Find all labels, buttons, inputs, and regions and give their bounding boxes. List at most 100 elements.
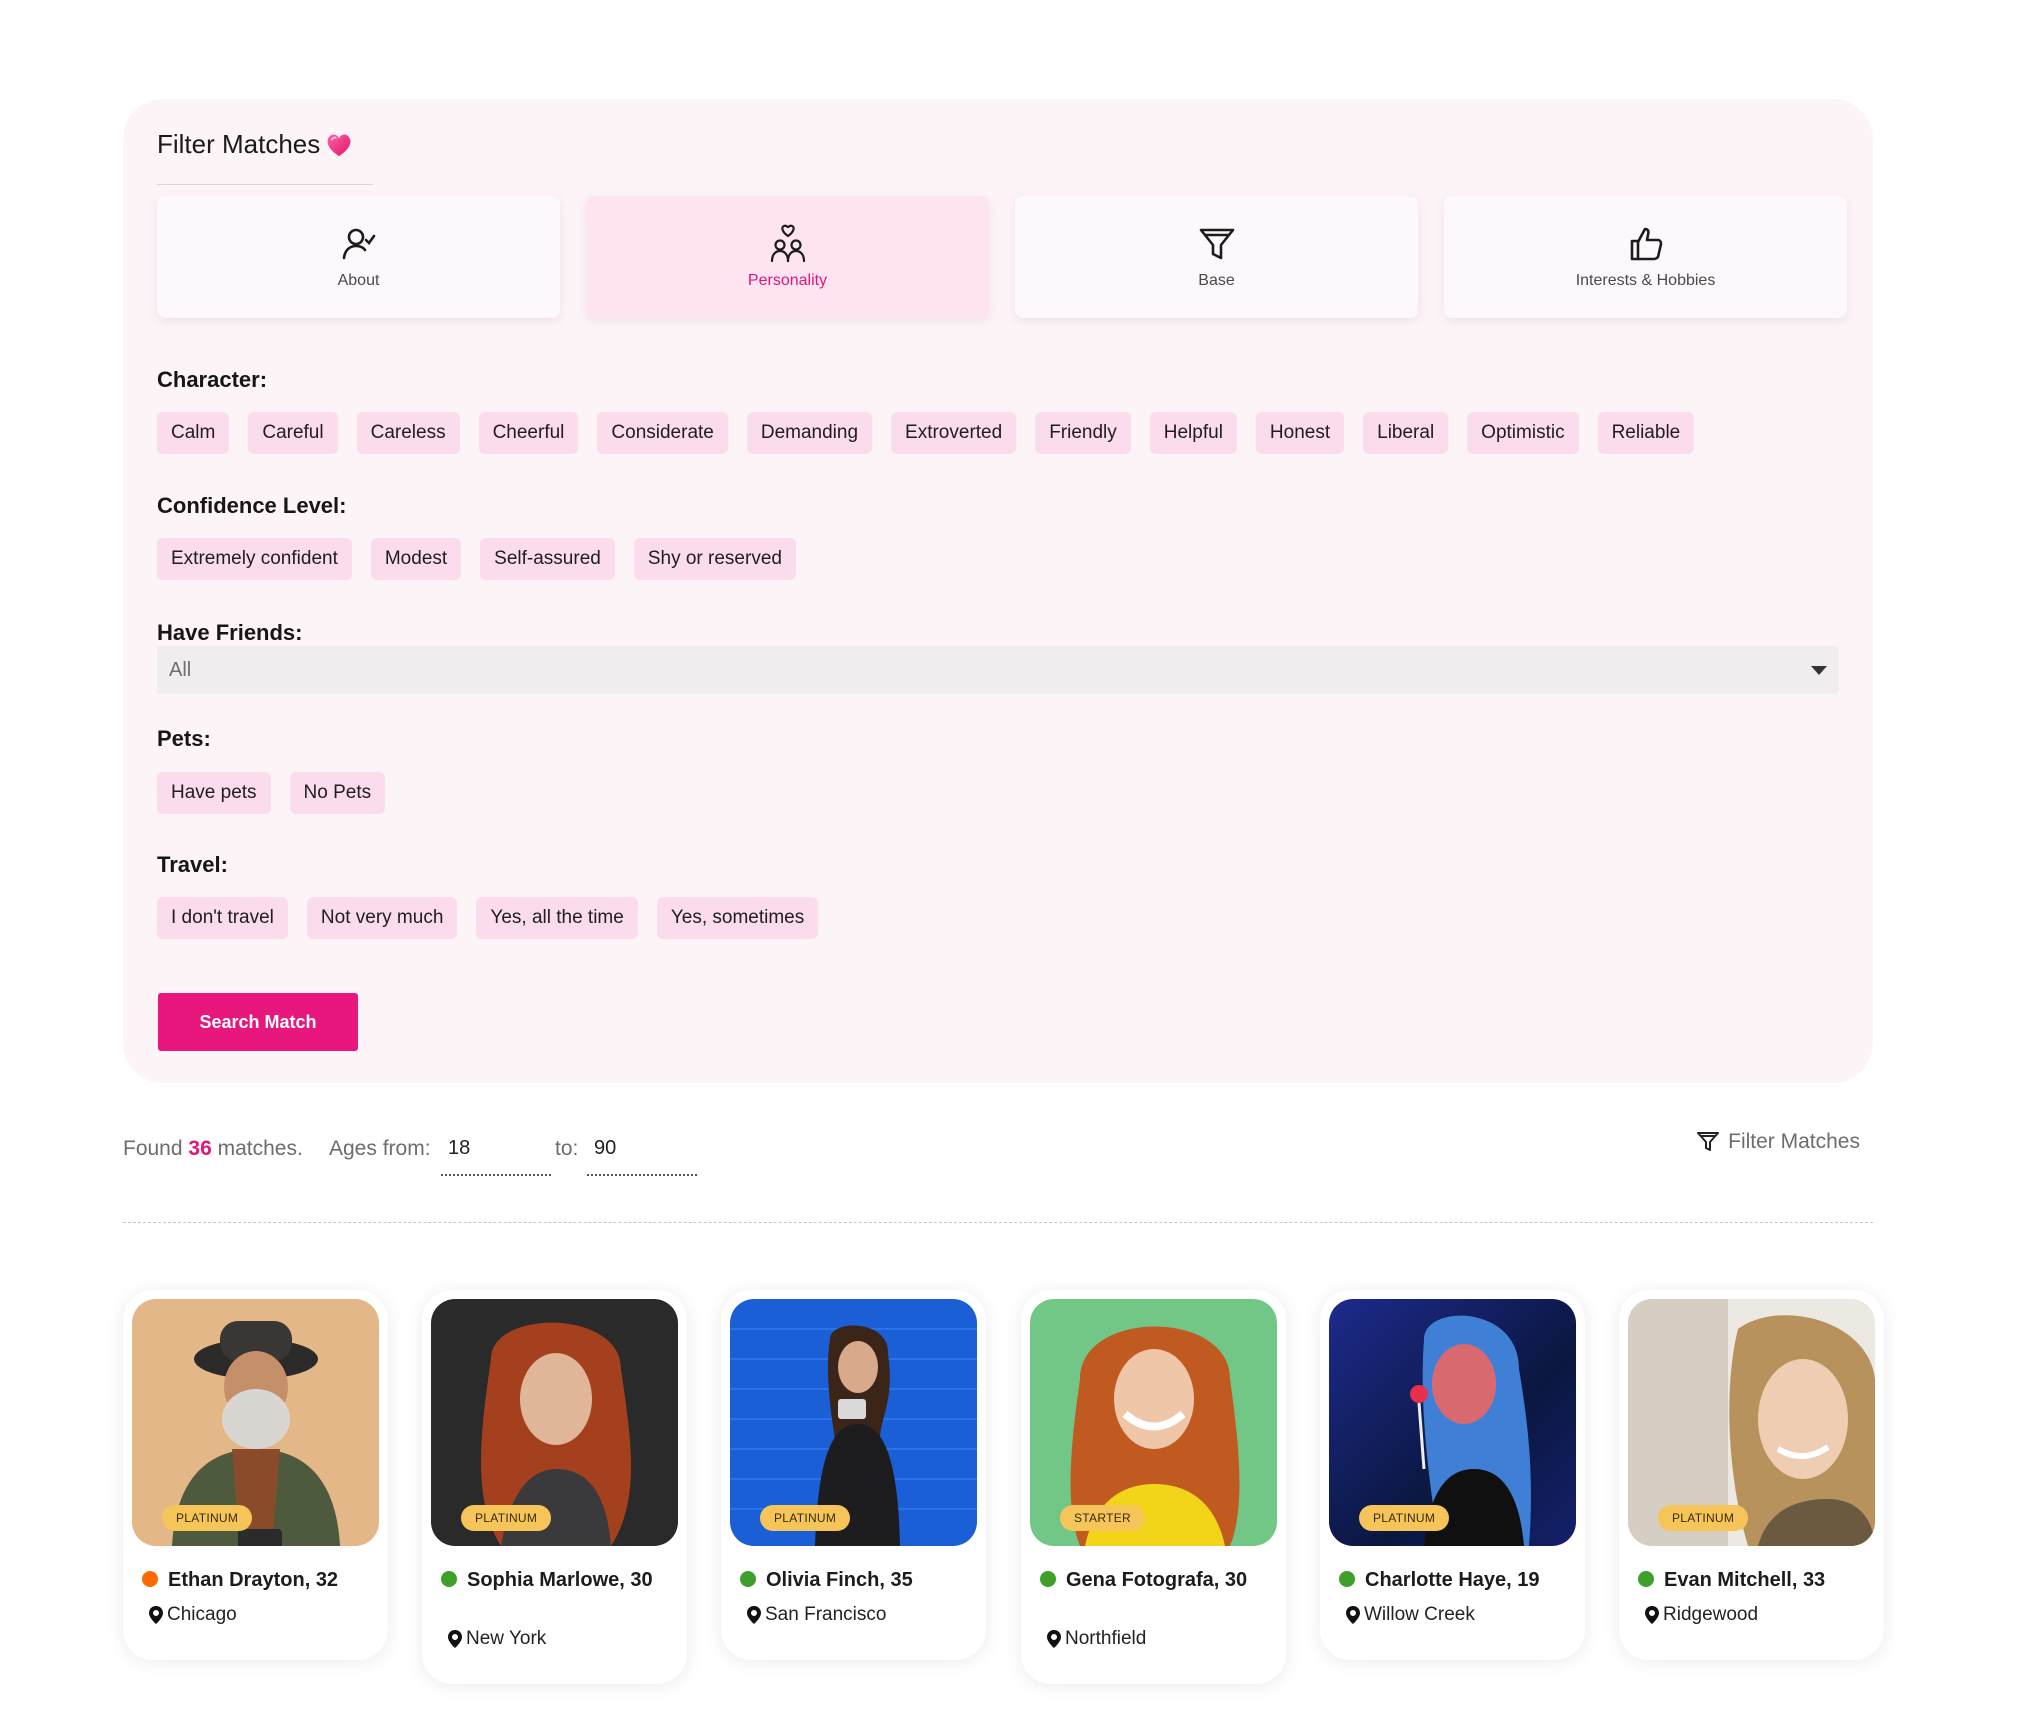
- profile-card[interactable]: PLATINUM Ethan Drayton, 32 Chicago: [123, 1290, 388, 1660]
- profile-photo: PLATINUM: [1329, 1299, 1576, 1546]
- chip-optimistic[interactable]: Optimistic: [1467, 412, 1579, 454]
- status-online-dot: [1040, 1571, 1056, 1587]
- profile-location: Ridgewood: [1645, 1604, 1758, 1626]
- heart-icon: [327, 134, 351, 157]
- character-label: Character:: [157, 367, 268, 392]
- profile-card[interactable]: STARTER Gena Fotografa, 30 Northfield: [1021, 1290, 1286, 1684]
- status-online-dot: [441, 1571, 457, 1587]
- age-to-label: to:: [555, 1137, 579, 1160]
- found-count: 36: [188, 1137, 212, 1160]
- plan-badge: PLATINUM: [760, 1505, 851, 1531]
- chip-not-very-much[interactable]: Not very much: [306, 897, 458, 939]
- profile-location: San Francisco: [747, 1604, 886, 1626]
- status-online-dot: [1339, 1571, 1355, 1587]
- filter-panel: Filter Matches About Personality Base In…: [123, 99, 1873, 1083]
- filter-icon: [1697, 1132, 1720, 1151]
- confidence-label: Confidence Level:: [157, 493, 347, 518]
- filter-matches-label: Filter Matches: [1728, 1130, 1860, 1153]
- map-pin-icon: [1645, 1606, 1659, 1624]
- plan-badge: PLATINUM: [1359, 1505, 1450, 1531]
- search-match-button[interactable]: Search Match: [158, 993, 358, 1051]
- chip-self-assured[interactable]: Self-assured: [480, 538, 615, 580]
- ages-from-label: Ages from:: [329, 1137, 431, 1160]
- filter-matches-link[interactable]: Filter Matches: [1696, 1130, 1860, 1154]
- profile-card[interactable]: PLATINUM Charlotte Haye, 19 Willow Creek: [1320, 1290, 1585, 1660]
- profile-name: Charlotte Haye, 19: [1339, 1568, 1574, 1593]
- chip-no-pets[interactable]: No Pets: [289, 772, 386, 814]
- profile-photo: PLATINUM: [431, 1299, 678, 1546]
- tab-personality-label: Personality: [747, 272, 828, 289]
- profile-card[interactable]: PLATINUM Olivia Finch, 35 San Francisco: [721, 1290, 986, 1660]
- chip-careless[interactable]: Careless: [356, 412, 460, 454]
- plan-badge: PLATINUM: [162, 1505, 253, 1531]
- map-pin-icon: [1047, 1630, 1061, 1648]
- caret-down-icon: [1811, 666, 1827, 675]
- chip-considerate[interactable]: Considerate: [597, 412, 728, 454]
- age-to-input[interactable]: 90: [587, 1130, 697, 1176]
- couple-heart-icon: [770, 224, 805, 263]
- map-pin-icon: [1346, 1606, 1360, 1624]
- chip-extroverted[interactable]: Extroverted: [891, 412, 1017, 454]
- status-offline-dot: [142, 1571, 158, 1587]
- profile-name: Sophia Marlowe, 30: [441, 1568, 676, 1593]
- chip-reliable[interactable]: Reliable: [1597, 412, 1695, 454]
- found-suffix: matches.: [217, 1137, 303, 1160]
- funnel-icon: [1199, 228, 1234, 260]
- chip-cheerful[interactable]: Cheerful: [478, 412, 579, 454]
- confidence-options: Extremely confident Modest Self-assured …: [157, 538, 796, 580]
- profile-location: Willow Creek: [1346, 1604, 1475, 1626]
- tab-interests-hobbies[interactable]: Interests & Hobbies: [1444, 196, 1847, 318]
- friends-select[interactable]: All: [157, 646, 1839, 694]
- chip-careful[interactable]: Careful: [248, 412, 338, 454]
- pets-label: Pets:: [157, 726, 211, 751]
- friends-select-value: All: [169, 658, 192, 681]
- chip-friendly[interactable]: Friendly: [1035, 412, 1131, 454]
- panel-title-text: Filter Matches: [157, 129, 321, 159]
- plan-badge: PLATINUM: [1658, 1505, 1749, 1531]
- thumbs-up-icon: [1630, 227, 1662, 261]
- chip-yes-sometimes[interactable]: Yes, sometimes: [656, 897, 819, 939]
- filter-tabs: About Personality Base Interests & Hobbi…: [157, 196, 1847, 318]
- profile-card[interactable]: PLATINUM Sophia Marlowe, 30 New York: [422, 1290, 687, 1684]
- chip-calm[interactable]: Calm: [157, 412, 230, 454]
- chip-shy-or-reserved[interactable]: Shy or reserved: [633, 538, 796, 580]
- profile-photo: STARTER: [1030, 1299, 1277, 1546]
- profile-location: Northfield: [1047, 1628, 1146, 1650]
- tab-base[interactable]: Base: [1015, 196, 1418, 318]
- chip-honest[interactable]: Honest: [1255, 412, 1345, 454]
- pets-options: Have pets No Pets: [157, 772, 386, 814]
- plan-badge: STARTER: [1060, 1505, 1145, 1531]
- chip-extremely-confident[interactable]: Extremely confident: [157, 538, 352, 580]
- panel-title: Filter Matches: [157, 129, 373, 185]
- results-bar: Found 36 matches. Ages from: 18 to: 90 F…: [123, 1130, 1873, 1190]
- tab-personality[interactable]: Personality: [586, 196, 989, 318]
- profile-photo: PLATINUM: [1628, 1299, 1875, 1546]
- tab-interests-label: Interests & Hobbies: [1575, 272, 1716, 289]
- chip-demanding[interactable]: Demanding: [746, 412, 873, 454]
- tab-about-label: About: [337, 272, 380, 289]
- chip-liberal[interactable]: Liberal: [1363, 412, 1449, 454]
- friends-label: Have Friends:: [157, 620, 303, 645]
- status-online-dot: [1638, 1571, 1654, 1587]
- chip-have-pets[interactable]: Have pets: [157, 772, 271, 814]
- chip-modest[interactable]: Modest: [370, 538, 462, 580]
- profile-photo: PLATINUM: [730, 1299, 977, 1546]
- chip-dont-travel[interactable]: I don't travel: [157, 897, 288, 939]
- profile-name: Ethan Drayton, 32: [142, 1568, 377, 1593]
- map-pin-icon: [448, 1630, 462, 1648]
- chip-yes-all-the-time[interactable]: Yes, all the time: [476, 897, 638, 939]
- tab-base-label: Base: [1198, 272, 1235, 289]
- plan-badge: PLATINUM: [461, 1505, 552, 1531]
- profile-name: Olivia Finch, 35: [740, 1568, 975, 1593]
- map-pin-icon: [149, 1606, 163, 1624]
- found-count-text: Found 36 matches.: [123, 1137, 303, 1161]
- age-from-input[interactable]: 18: [441, 1130, 551, 1176]
- chip-helpful[interactable]: Helpful: [1149, 412, 1237, 454]
- results-divider: [123, 1222, 1873, 1223]
- profile-card[interactable]: PLATINUM Evan Mitchell, 33 Ridgewood: [1619, 1290, 1884, 1660]
- user-check-icon: [342, 228, 375, 260]
- tab-about[interactable]: About: [157, 196, 560, 318]
- profile-name: Evan Mitchell, 33: [1638, 1568, 1873, 1593]
- profile-photo: PLATINUM: [132, 1299, 379, 1546]
- profile-location: New York: [448, 1628, 546, 1650]
